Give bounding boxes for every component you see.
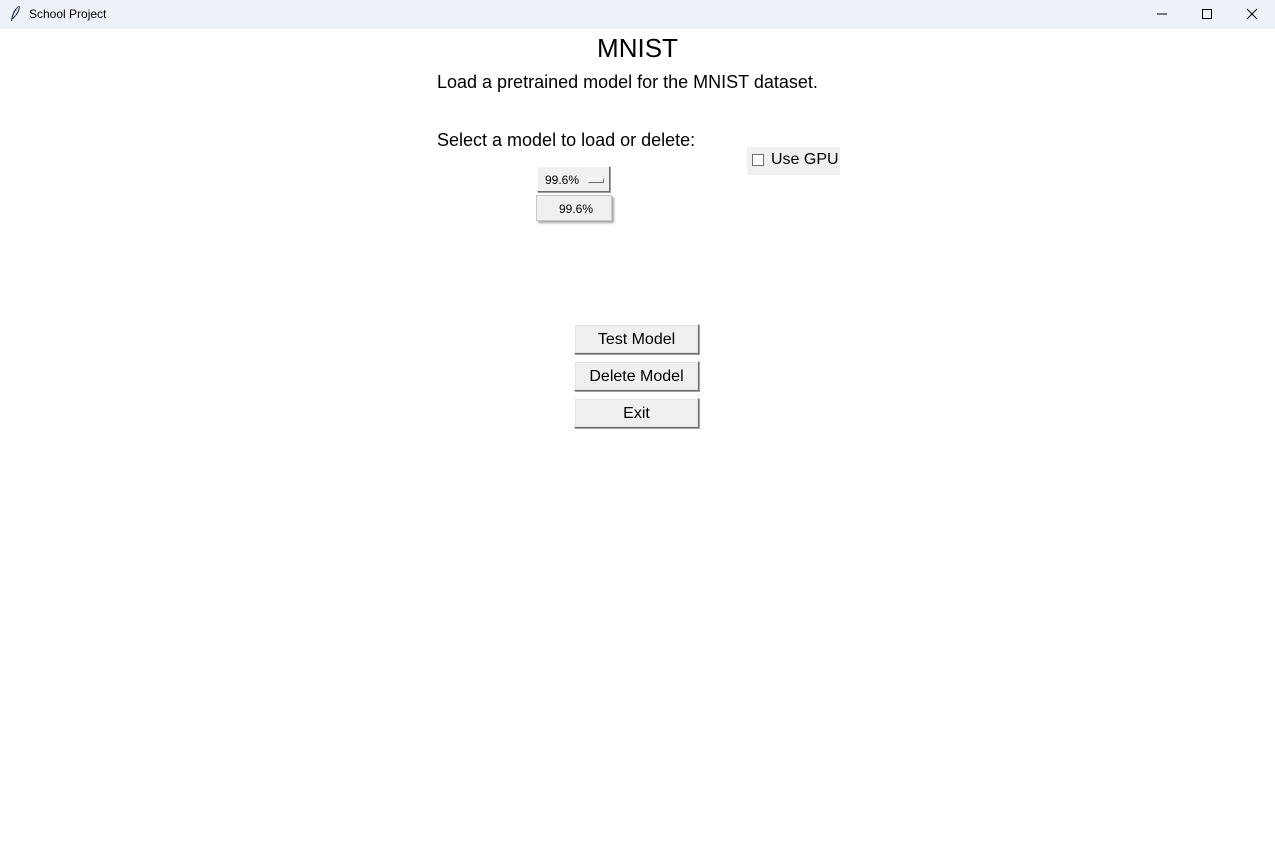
checkbox-box[interactable] (752, 154, 764, 166)
delete-model-button[interactable]: Delete Model (574, 361, 699, 391)
use-gpu-checkbox[interactable]: Use GPU (747, 147, 840, 175)
app-window: School Project MNIST Load a pretrained m… (0, 0, 1275, 863)
minimize-icon (1157, 13, 1167, 15)
maximize-icon (1202, 9, 1212, 19)
feather-icon (8, 5, 22, 23)
close-button[interactable] (1229, 0, 1275, 29)
model-select-label: Select a model to load or delete: (437, 130, 696, 150)
test-model-button[interactable]: Test Model (574, 324, 699, 354)
model-select-dropdown[interactable]: 99.6% (537, 166, 610, 192)
page-subtitle: Load a pretrained model for the MNIST da… (437, 72, 818, 92)
model-options-menu: 99.6% (536, 195, 612, 221)
use-gpu-label: Use GPU (771, 151, 839, 168)
maximize-button[interactable] (1184, 0, 1230, 29)
exit-button[interactable]: Exit (574, 398, 699, 428)
dropdown-indicator-icon (588, 178, 604, 183)
window-title: School Project (29, 7, 107, 21)
title-bar[interactable]: School Project (0, 0, 1275, 29)
model-select-value: 99.6% (545, 173, 580, 187)
close-icon (1246, 8, 1258, 20)
model-option[interactable]: 99.6% (537, 202, 615, 216)
minimize-button[interactable] (1139, 0, 1185, 29)
page-title: MNIST (597, 33, 678, 63)
